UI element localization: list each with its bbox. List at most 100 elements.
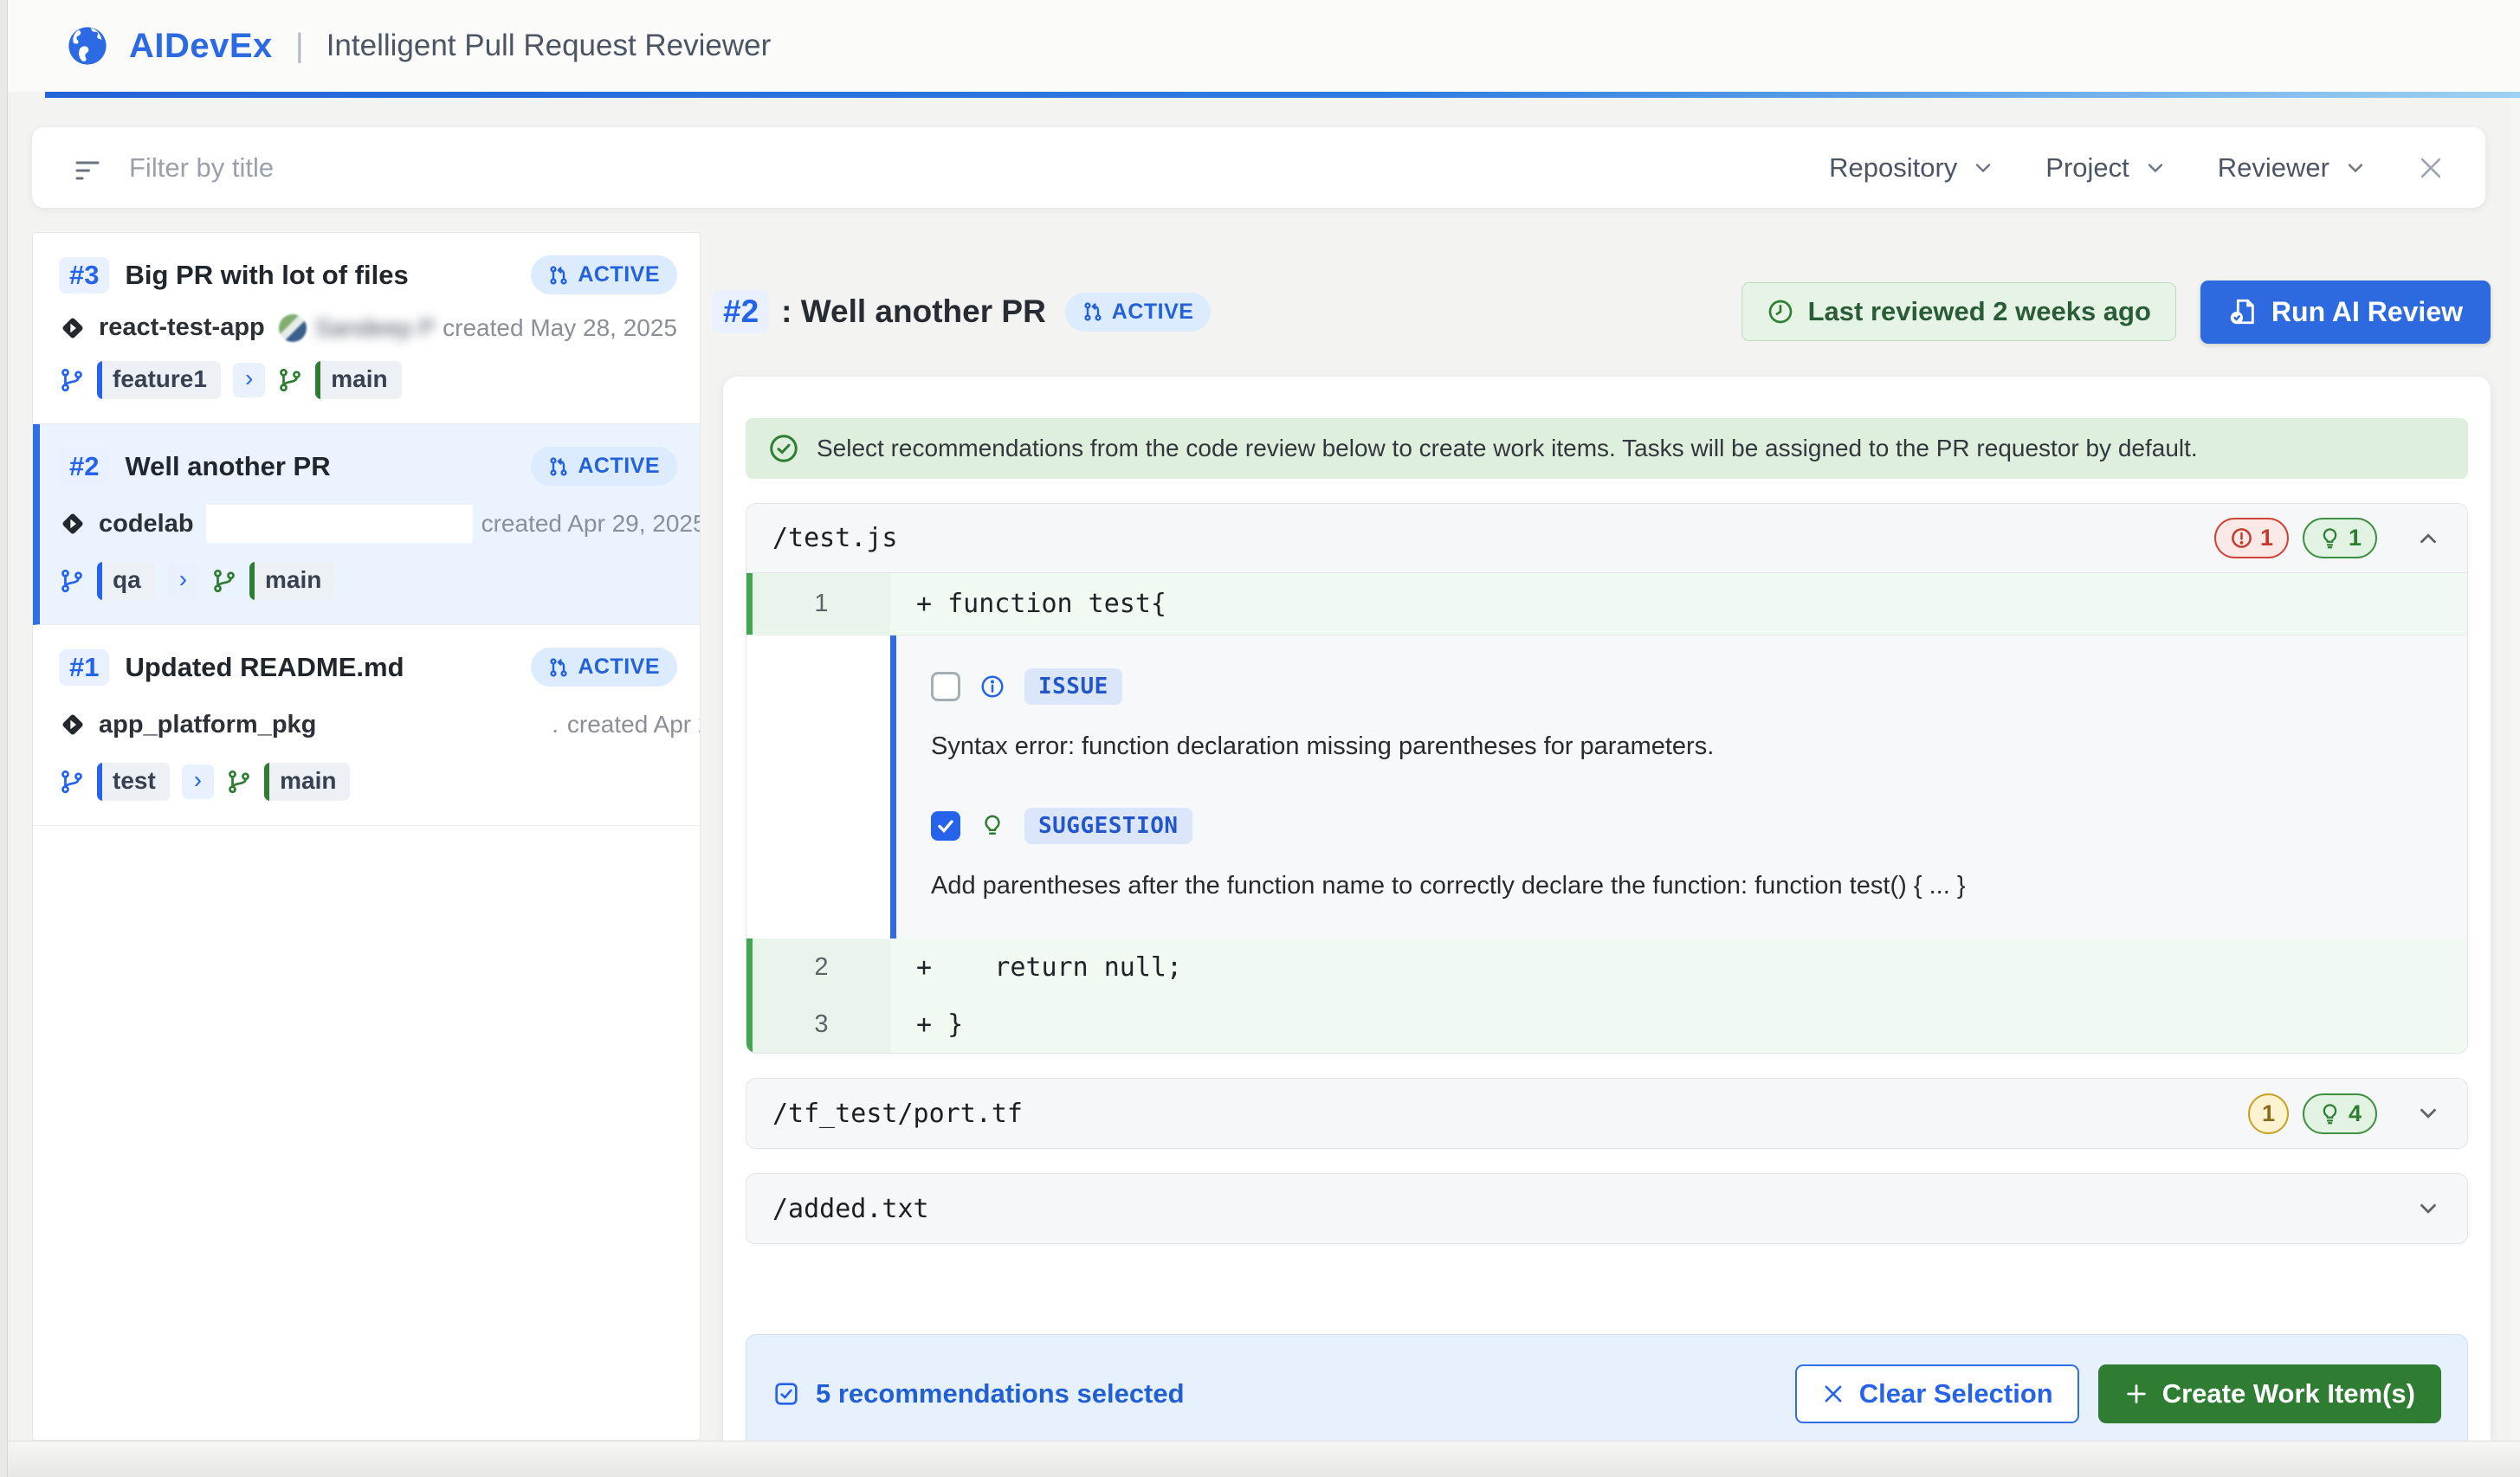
suggestion-type-badge: SUGGESTION — [1024, 808, 1192, 844]
issue-count-badge: 1 — [2214, 518, 2289, 558]
check-icon — [935, 816, 956, 836]
pr-list-item-3[interactable]: #3 Big PR with lot of files ACTIVE react… — [33, 233, 700, 424]
repository-dropdown[interactable]: Repository — [1829, 152, 1995, 184]
chevron-down-icon — [2343, 156, 2368, 180]
author-name: Sandeep P Mukk... — [315, 314, 434, 342]
pr-list-item-1[interactable]: #1 Updated README.md ACTIVE app_platform… — [33, 625, 700, 826]
globe-logo-icon — [65, 23, 110, 68]
clear-filters-icon[interactable] — [2416, 153, 2446, 183]
window-right-edge — [2509, 0, 2520, 1477]
status-badge: ACTIVE — [531, 255, 677, 294]
source-branch-chip: qa — [97, 562, 155, 600]
issue-count: 1 — [2260, 525, 2273, 551]
plus-icon — [2124, 1382, 2148, 1406]
issue-type-badge: ISSUE — [1024, 668, 1122, 705]
branch-arrow: › — [167, 564, 199, 598]
lightbulb-icon — [979, 813, 1005, 839]
branch-arrow: › — [182, 764, 214, 799]
reviewer-dropdown[interactable]: Reviewer — [2218, 152, 2368, 184]
file-header-port-tf[interactable]: /tf_test/port.tf 1 4 — [746, 1079, 2467, 1148]
chevron-down-icon[interactable] — [2415, 1196, 2441, 1222]
source-branch-name: test — [102, 763, 170, 801]
git-branch-icon — [211, 568, 237, 594]
diff-code: + return null; — [890, 938, 2467, 996]
git-branch-icon — [59, 367, 85, 393]
suggestion-count: 1 — [2349, 525, 2362, 551]
file-name: /tf_test/port.tf — [772, 1099, 1023, 1129]
info-banner-text: Select recommendations from the code rev… — [817, 435, 2198, 462]
file-section-test-js: /test.js 1 1 1 + — [746, 503, 2468, 1054]
app-header: AIDevEx | Intelligent Pull Request Revie… — [8, 0, 2520, 92]
suggestion-checkbox[interactable] — [931, 811, 960, 841]
source-branch-name: qa — [102, 562, 155, 600]
target-branch-chip: main — [264, 763, 350, 801]
clear-selection-button[interactable]: Clear Selection — [1795, 1364, 2079, 1423]
diff-code: + } — [890, 996, 2467, 1053]
last-reviewed-label: Last reviewed 2 weeks ago — [1808, 296, 2151, 327]
selection-summary: 5 recommendations selected — [816, 1378, 1185, 1409]
source-branch-chip: feature1 — [97, 361, 221, 399]
issue-checkbox[interactable] — [931, 672, 960, 701]
chevron-down-icon[interactable] — [2415, 1100, 2441, 1126]
target-branch-chip: main — [315, 361, 401, 399]
suggestion-text: Add parentheses after the function name … — [931, 872, 2433, 900]
issue-text: Syntax error: function declaration missi… — [931, 732, 2433, 761]
pr-author: Sandeep P Mukk... — [279, 314, 434, 342]
pr-title: Big PR with lot of files — [125, 260, 408, 291]
lightbulb-icon — [2318, 526, 2342, 550]
diff-line-2: 2 + return null; — [746, 938, 2467, 996]
status-badge: ACTIVE — [531, 648, 677, 687]
repository-icon — [59, 314, 87, 342]
info-circle-icon — [979, 674, 1005, 700]
page-body: Filter by title Repository Project Revie… — [8, 98, 2520, 1477]
pull-request-icon — [548, 456, 569, 477]
avatar — [279, 314, 307, 342]
info-banner: Select recommendations from the code rev… — [746, 418, 2468, 479]
pr-list-item-2-selected[interactable]: #2 Well another PR ACTIVE codelab create… — [33, 424, 700, 625]
brand-name: AIDevEx — [129, 27, 273, 66]
pr-title: Updated README.md — [125, 652, 404, 683]
alert-circle-icon — [2230, 526, 2253, 550]
reviewer-dropdown-label: Reviewer — [2218, 152, 2329, 184]
file-header-added-txt[interactable]: /added.txt — [746, 1174, 2467, 1243]
create-work-items-label: Create Work Item(s) — [2162, 1378, 2415, 1409]
redacted-author — [328, 706, 545, 744]
project-dropdown[interactable]: Project — [2045, 152, 2167, 184]
git-branch-icon — [59, 769, 85, 795]
status-badge: ACTIVE — [531, 447, 677, 486]
source-branch-chip: test — [97, 763, 170, 801]
branch-arrow: › — [233, 363, 265, 397]
chevron-up-icon[interactable] — [2415, 526, 2441, 551]
review-document-icon — [2228, 297, 2258, 326]
file-name: /test.js — [772, 523, 898, 553]
run-ai-review-button[interactable]: Run AI Review — [2200, 281, 2491, 344]
repository-name: codelab — [99, 510, 194, 539]
author-remnant: . — [552, 712, 559, 738]
brand-divider: | — [295, 28, 304, 65]
recommendation-issue: ISSUE Syntax error: function declaration… — [931, 668, 2433, 761]
line-number: 2 — [746, 938, 890, 996]
repository-name: react-test-app — [99, 313, 265, 342]
pr-number-badge: #3 — [59, 257, 109, 293]
header-accent-line — [45, 92, 2520, 98]
pr-detail-title: : Well another PR — [781, 293, 1046, 330]
checkbox-checked-icon — [772, 1380, 800, 1408]
lightbulb-icon — [2318, 1102, 2342, 1125]
x-icon — [1821, 1382, 1845, 1406]
create-work-items-button[interactable]: Create Work Item(s) — [2098, 1364, 2441, 1423]
git-branch-icon — [277, 367, 303, 393]
status-badge-label: ACTIVE — [578, 655, 660, 680]
repository-dropdown-label: Repository — [1829, 152, 1957, 184]
chevron-down-icon — [1971, 156, 1995, 180]
file-header-test-js[interactable]: /test.js 1 1 — [746, 504, 2467, 573]
filter-input[interactable]: Filter by title — [129, 152, 1779, 184]
created-date: created May 28, 2025 — [434, 314, 677, 342]
filter-bar: Filter by title Repository Project Revie… — [32, 127, 2485, 208]
pull-request-icon — [548, 657, 569, 678]
file-name: /added.txt — [772, 1194, 929, 1224]
pr-number-badge: #1 — [59, 649, 109, 686]
line-number: 1 — [746, 573, 890, 635]
last-reviewed-badge: Last reviewed 2 weeks ago — [1741, 282, 2176, 341]
repository-icon — [59, 711, 87, 738]
pr-title: Well another PR — [125, 451, 330, 482]
